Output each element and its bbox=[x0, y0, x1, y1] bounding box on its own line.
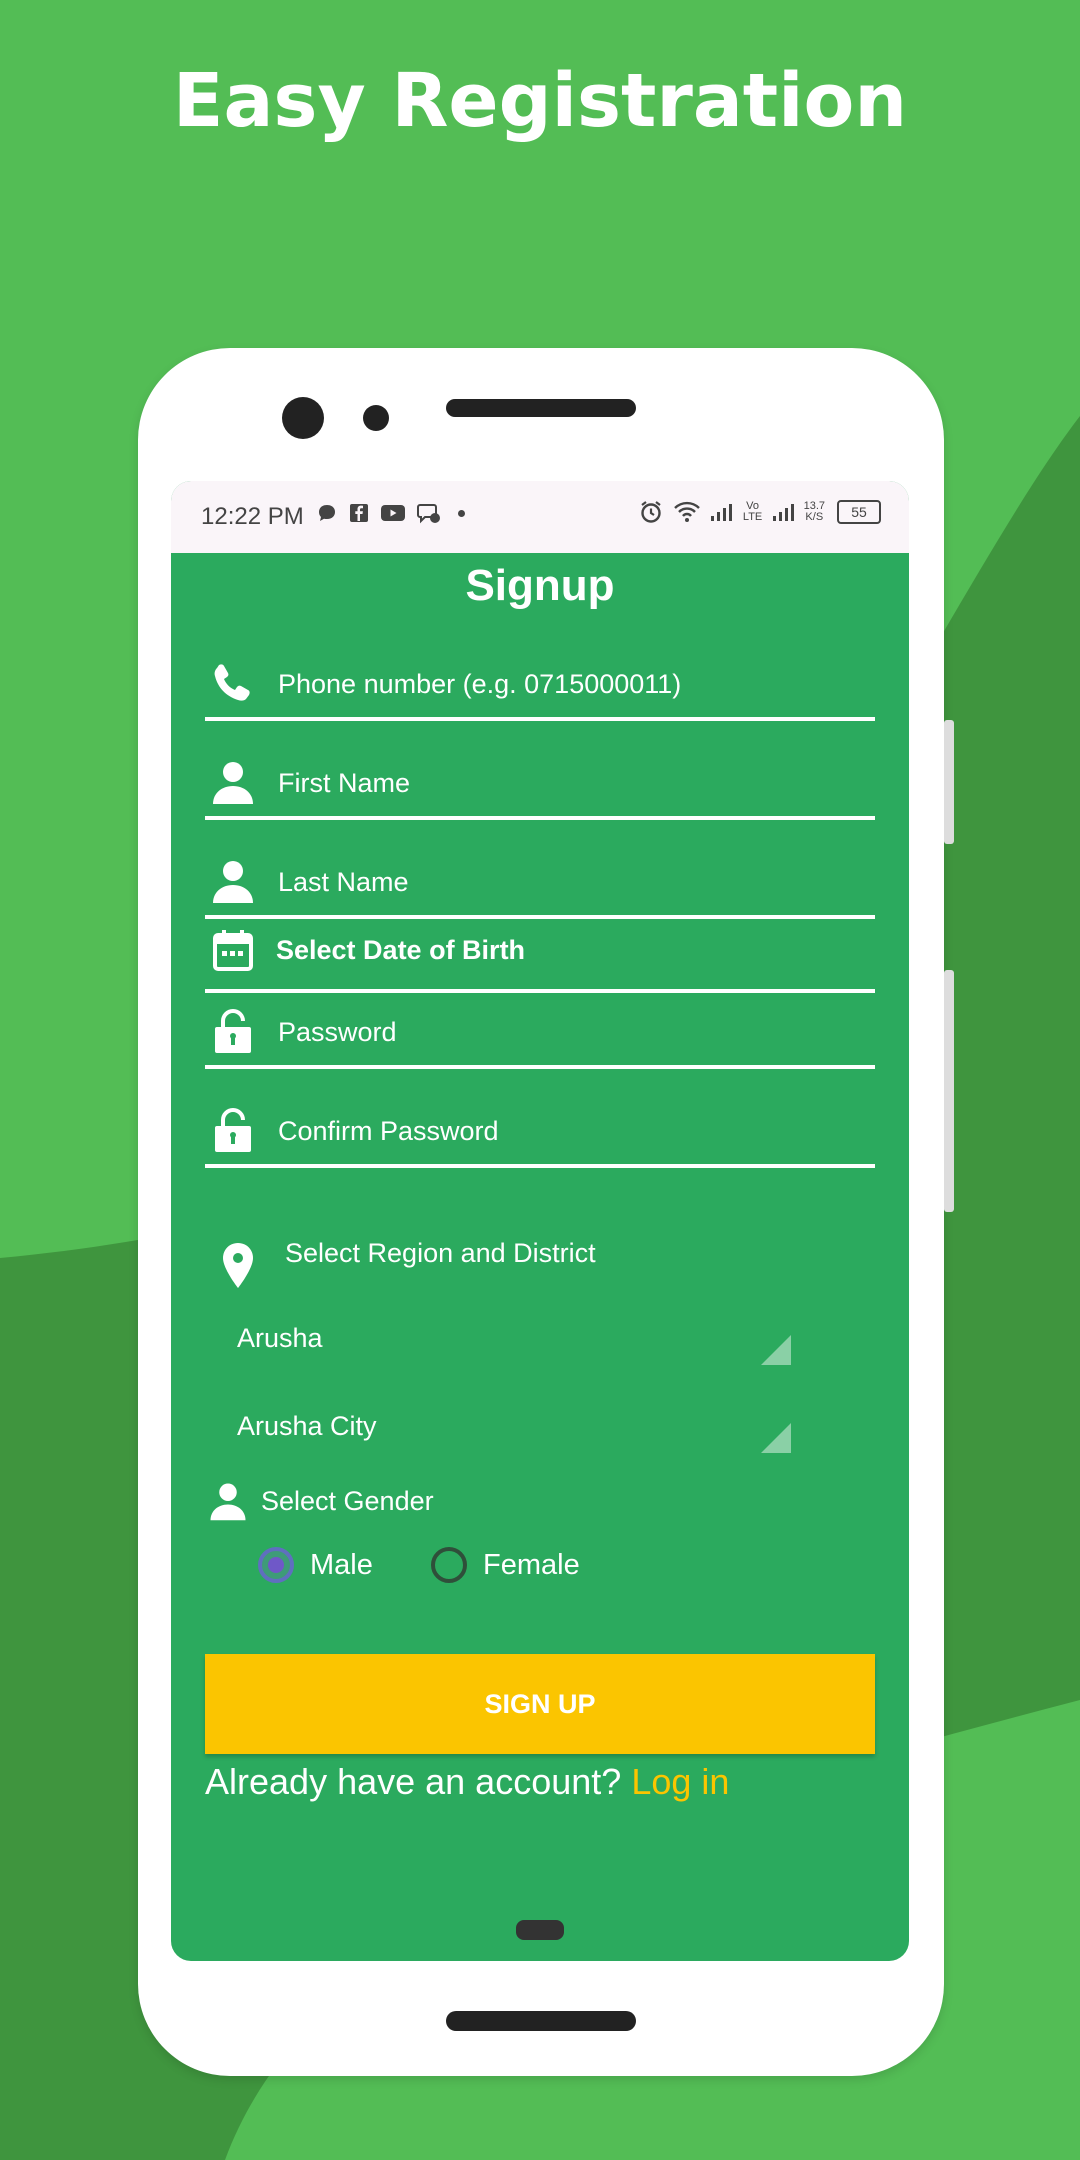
phone-icon bbox=[214, 664, 250, 701]
person-icon bbox=[213, 762, 253, 804]
gender-option-label: Female bbox=[483, 1548, 580, 1581]
front-sensor bbox=[363, 405, 389, 431]
password-placeholder: Password bbox=[278, 1017, 397, 1047]
first-name-placeholder: First Name bbox=[278, 768, 411, 798]
status-bar: 12:22 PM Vo LTE 13.7 K/S 55 bbox=[171, 481, 909, 553]
radio-button[interactable] bbox=[431, 1547, 467, 1583]
volte-label: Vo LTE bbox=[742, 500, 763, 523]
district-select-value: Arusha City bbox=[237, 1411, 377, 1441]
field-underline bbox=[205, 816, 875, 820]
field-underline bbox=[205, 717, 875, 721]
phone-number-placeholder: Phone number (e.g. 0715000011) bbox=[278, 669, 682, 699]
battery-icon: 55 bbox=[837, 500, 881, 524]
signup-screen: 12:22 PM Vo LTE 13.7 K/S 55 Signup Phone… bbox=[171, 481, 909, 1961]
gender-option-label: Male bbox=[310, 1548, 373, 1581]
district-select[interactable]: Arusha City bbox=[211, 1403, 851, 1463]
phone-side-button bbox=[944, 970, 954, 1212]
chat-icon bbox=[319, 505, 335, 521]
dropdown-arrow-icon bbox=[761, 1335, 791, 1365]
signup-button[interactable]: SIGN UP bbox=[205, 1654, 875, 1754]
youtube-icon bbox=[381, 505, 405, 521]
home-indicator[interactable] bbox=[516, 1920, 564, 1940]
notification-icons bbox=[316, 501, 465, 525]
first-name-field[interactable]: First Name bbox=[205, 750, 875, 820]
battery-level: 55 bbox=[851, 504, 867, 520]
lock-icon bbox=[215, 1108, 251, 1152]
field-underline bbox=[205, 915, 875, 919]
password-field[interactable]: Password bbox=[205, 999, 875, 1069]
date-of-birth-label: Select Date of Birth bbox=[276, 935, 526, 965]
network-speed: 13.7 K/S bbox=[804, 501, 825, 523]
alarm-icon bbox=[640, 501, 661, 523]
status-time: 12:22 PM bbox=[201, 503, 304, 530]
field-underline bbox=[205, 1065, 875, 1069]
gender-radio-female[interactable]: Female bbox=[431, 1547, 580, 1583]
location-pin-icon bbox=[223, 1243, 253, 1288]
field-underline bbox=[205, 989, 875, 993]
lock-icon bbox=[215, 1009, 251, 1053]
gender-label: Select Gender bbox=[261, 1486, 434, 1516]
network-speed-unit: K/S bbox=[805, 511, 824, 523]
radio-button-selected[interactable] bbox=[258, 1547, 294, 1583]
region-select-value: Arusha bbox=[237, 1323, 323, 1353]
signal-icon bbox=[710, 504, 732, 521]
dropdown-arrow-icon bbox=[761, 1423, 791, 1453]
calendar-icon bbox=[213, 930, 253, 971]
person-icon bbox=[213, 861, 253, 903]
facebook-icon bbox=[350, 504, 368, 522]
banner-title: Easy Registration bbox=[172, 58, 908, 144]
signal-icon bbox=[772, 504, 794, 521]
login-link[interactable]: Log in bbox=[631, 1761, 729, 1802]
region-select[interactable]: Arusha bbox=[211, 1315, 851, 1375]
more-notifications-dot bbox=[458, 509, 465, 517]
login-prompt-text: Already have an account? bbox=[205, 1761, 622, 1802]
page-title: Signup bbox=[465, 561, 615, 610]
login-prompt: Already have an account? Log in bbox=[205, 1761, 729, 1803]
phone-number-field[interactable]: Phone number (e.g. 0715000011) bbox=[205, 651, 875, 721]
person-icon bbox=[210, 1483, 246, 1521]
field-underline bbox=[205, 1164, 875, 1168]
earpiece-speaker bbox=[446, 399, 636, 417]
system-icons: Vo LTE 13.7 K/S 55 bbox=[638, 499, 881, 525]
last-name-placeholder: Last Name bbox=[278, 867, 409, 897]
front-camera bbox=[282, 397, 324, 439]
messenger-icon bbox=[417, 504, 440, 524]
date-of-birth-field[interactable]: Select Date of Birth bbox=[205, 923, 875, 993]
phone-bottom-bar bbox=[446, 2011, 636, 2031]
gender-radio-male[interactable]: Male bbox=[258, 1547, 373, 1583]
confirm-password-placeholder: Confirm Password bbox=[278, 1116, 499, 1146]
phone-side-button bbox=[944, 720, 954, 844]
region-district-label: Select Region and District bbox=[285, 1238, 596, 1268]
last-name-field[interactable]: Last Name bbox=[205, 849, 875, 919]
confirm-password-field[interactable]: Confirm Password bbox=[205, 1098, 875, 1168]
wifi-icon bbox=[673, 501, 700, 522]
